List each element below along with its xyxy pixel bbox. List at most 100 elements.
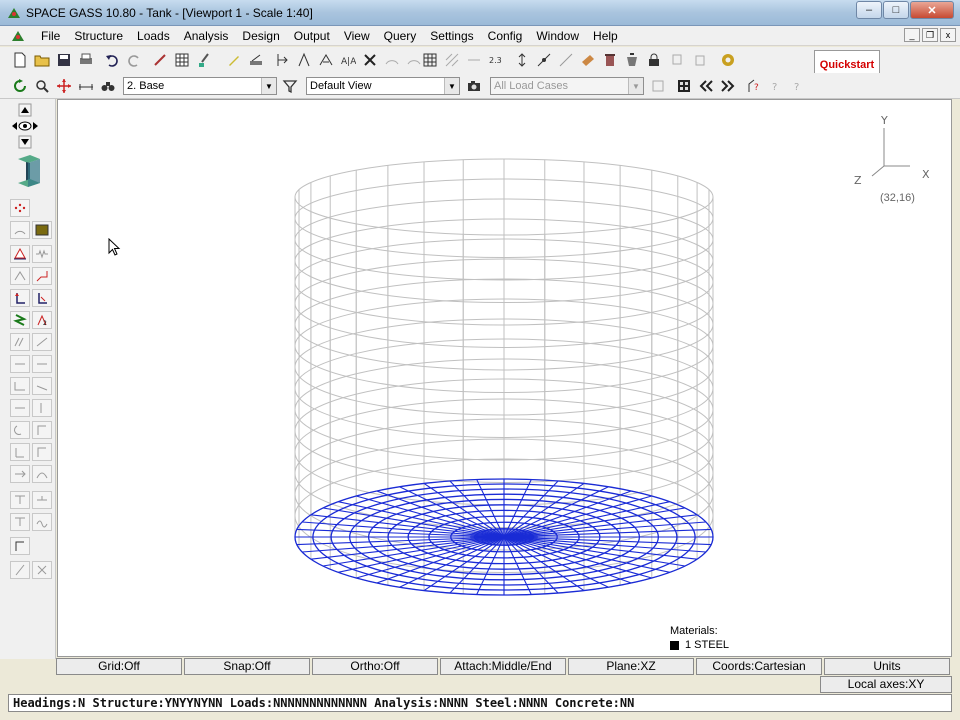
pencil-button[interactable]: [224, 50, 244, 70]
plane-toggle[interactable]: Plane:XZ: [568, 658, 694, 675]
frames-button[interactable]: [674, 76, 694, 96]
tool-d2-button[interactable]: [32, 421, 52, 439]
viewport-1[interactable]: Y X Z (32,16) Materials: 1 STEEL: [57, 99, 952, 657]
tool-g1-button[interactable]: [10, 491, 30, 509]
mdi-close-button[interactable]: x: [940, 28, 956, 42]
lock-button[interactable]: [644, 50, 664, 70]
menu-structure[interactable]: Structure: [67, 29, 130, 43]
find-button[interactable]: [98, 76, 118, 96]
plate-button[interactable]: [316, 50, 336, 70]
refresh-button[interactable]: [10, 76, 30, 96]
member-button[interactable]: [294, 50, 314, 70]
menu-config[interactable]: Config: [481, 29, 530, 43]
coords-toggle[interactable]: Coords:Cartesian: [696, 658, 822, 675]
join-button[interactable]: [534, 50, 554, 70]
tool-c2-button[interactable]: [32, 399, 52, 417]
next-button[interactable]: [718, 76, 738, 96]
help2-button[interactable]: ?: [788, 76, 808, 96]
minimize-button[interactable]: –: [856, 1, 882, 19]
moment-load-button[interactable]: [32, 289, 52, 307]
tool-j1-button[interactable]: [10, 561, 30, 579]
menu-file[interactable]: File: [34, 29, 67, 43]
copy-button[interactable]: [668, 50, 688, 70]
snap-toggle[interactable]: Snap:Off: [184, 658, 310, 675]
select-arc-button[interactable]: [10, 221, 30, 239]
spring-button[interactable]: [32, 245, 52, 263]
paint-button[interactable]: [578, 50, 598, 70]
tool-f1-button[interactable]: [10, 465, 30, 483]
grid-button[interactable]: [420, 50, 440, 70]
tool-b1-button[interactable]: [10, 377, 30, 395]
grid-toggle[interactable]: Grid:Off: [56, 658, 182, 675]
undo-button[interactable]: [102, 50, 122, 70]
close-button[interactable]: ✕: [910, 1, 954, 19]
text-button[interactable]: A|A: [338, 50, 358, 70]
view-rotate-icon[interactable]: [10, 103, 40, 149]
maximize-button[interactable]: □: [883, 1, 909, 19]
previous-button[interactable]: [696, 76, 716, 96]
master-slave-button[interactable]: [10, 267, 30, 285]
zoom-button[interactable]: [32, 76, 52, 96]
tool-a1-button[interactable]: [10, 355, 30, 373]
beam-icon[interactable]: [14, 153, 44, 191]
support-button[interactable]: [10, 245, 30, 263]
draw-member-button[interactable]: [150, 50, 170, 70]
new-button[interactable]: [10, 50, 30, 70]
mesh-button[interactable]: [442, 50, 462, 70]
number-button[interactable]: 2.3: [486, 50, 506, 70]
tool-e2-button[interactable]: [32, 443, 52, 461]
select-nodes-button[interactable]: [10, 199, 30, 217]
dimension-button[interactable]: [76, 76, 96, 96]
node-load-button[interactable]: [10, 289, 30, 307]
delete-button[interactable]: [360, 50, 380, 70]
menu-output[interactable]: Output: [287, 29, 337, 43]
zone-select[interactable]: 2. Base ▼: [123, 77, 277, 95]
view-select[interactable]: Default View ▼: [306, 77, 460, 95]
tool-b2-button[interactable]: [32, 377, 52, 395]
tool-e1-button[interactable]: [10, 443, 30, 461]
tool-g2-button[interactable]: [32, 491, 52, 509]
arc-button[interactable]: [382, 50, 402, 70]
self-weight-button[interactable]: [10, 333, 30, 351]
units-toggle[interactable]: Units: [824, 658, 950, 675]
tool-j2-button[interactable]: [32, 561, 52, 579]
save-button[interactable]: [54, 50, 74, 70]
load-case-select[interactable]: All Load Cases ▼: [490, 77, 644, 95]
camera-button[interactable]: [464, 76, 484, 96]
tool-h1-button[interactable]: [10, 513, 30, 531]
node-button[interactable]: [272, 50, 292, 70]
menu-settings[interactable]: Settings: [423, 29, 480, 43]
tool-d1-button[interactable]: [10, 421, 30, 439]
menu-design[interactable]: Design: [235, 29, 286, 43]
extend-button[interactable]: [556, 50, 576, 70]
tool-c1-button[interactable]: [10, 399, 30, 417]
pan-button[interactable]: [54, 76, 74, 96]
paste-button[interactable]: [690, 50, 710, 70]
model-drawing[interactable]: [58, 100, 952, 657]
select-plate-button[interactable]: [32, 221, 52, 239]
menu-help[interactable]: Help: [586, 29, 625, 43]
thermal-load-button[interactable]: 2: [32, 311, 52, 329]
mdi-minimize-button[interactable]: _: [904, 28, 920, 42]
mdi-restore-button[interactable]: ❐: [922, 28, 938, 42]
spreadsheet-button[interactable]: [172, 50, 192, 70]
clean-button[interactable]: [194, 50, 214, 70]
print-button[interactable]: [76, 50, 96, 70]
filter-button[interactable]: [280, 76, 300, 96]
menu-view[interactable]: View: [337, 29, 377, 43]
prestress-button[interactable]: [32, 333, 52, 351]
ortho-toggle[interactable]: Ortho:Off: [312, 658, 438, 675]
document-icon[interactable]: [10, 28, 26, 44]
material-button[interactable]: [246, 50, 266, 70]
tool-i1-button[interactable]: [10, 537, 30, 555]
menu-window[interactable]: Window: [529, 29, 586, 43]
list-button[interactable]: [648, 76, 668, 96]
animate-button[interactable]: [718, 50, 738, 70]
tool-h2-button[interactable]: [32, 513, 52, 531]
bin-button[interactable]: [600, 50, 620, 70]
offset-button[interactable]: [32, 267, 52, 285]
clear-button[interactable]: [622, 50, 642, 70]
query-button[interactable]: ?: [744, 76, 764, 96]
tool-f2-button[interactable]: [32, 465, 52, 483]
open-button[interactable]: [32, 50, 52, 70]
